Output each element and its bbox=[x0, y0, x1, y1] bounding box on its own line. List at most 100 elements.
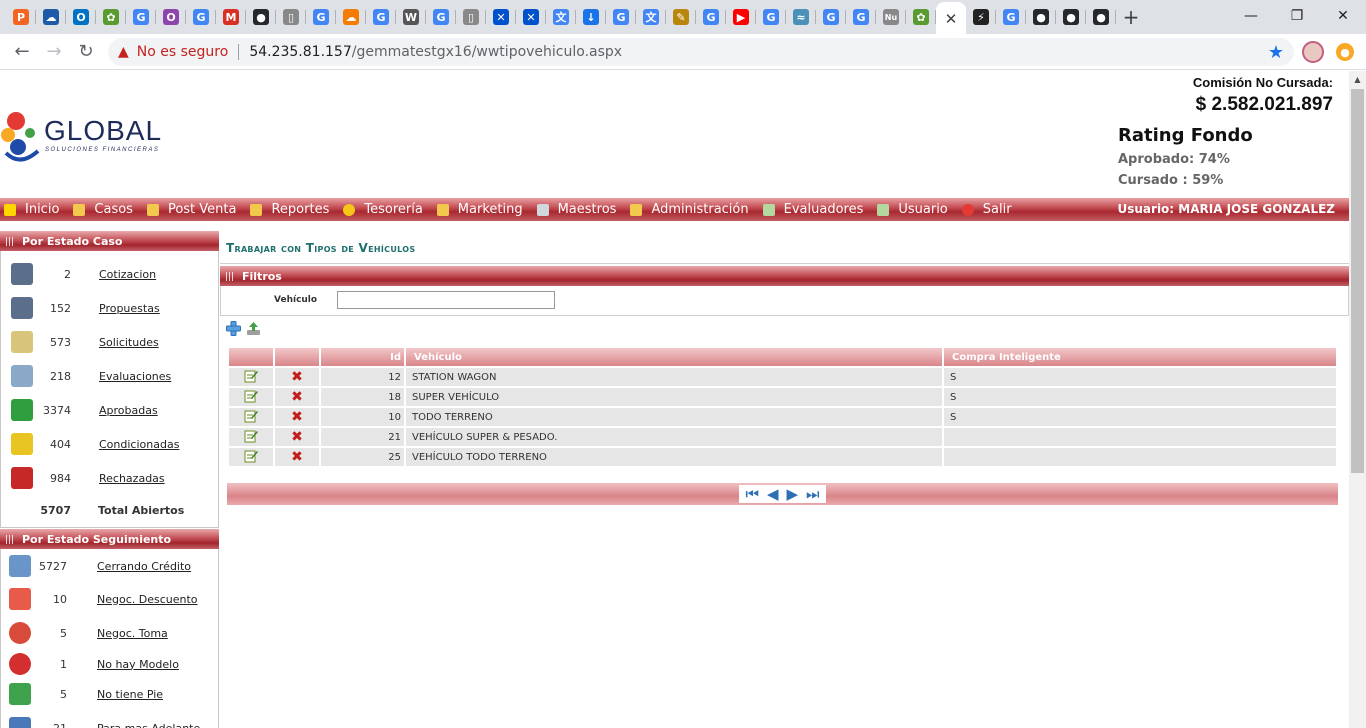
tab-gemma[interactable]: ✿ bbox=[906, 0, 936, 34]
menu-item-marketing[interactable]: Marketing bbox=[436, 202, 523, 217]
tab-document[interactable]: ▯ bbox=[456, 0, 486, 34]
tab-notepad[interactable]: ✎ bbox=[666, 0, 696, 34]
maximize-button[interactable]: ❐ bbox=[1274, 0, 1320, 32]
tab-github[interactable]: ● bbox=[1026, 0, 1056, 34]
menu-item-usuario[interactable]: Usuario bbox=[877, 202, 948, 217]
tab-google[interactable]: G bbox=[606, 0, 636, 34]
grid-header-smart-purchase[interactable]: Compra Inteligente bbox=[944, 348, 1336, 368]
tab-download[interactable]: ↓ bbox=[576, 0, 606, 34]
follow-status-item[interactable]: 5 No tiene Pie bbox=[1, 679, 220, 709]
tab-opera[interactable]: O bbox=[156, 0, 186, 34]
tab-google[interactable]: G bbox=[126, 0, 156, 34]
status-link[interactable]: Propuestas bbox=[99, 302, 160, 315]
status-link[interactable]: Aprobadas bbox=[99, 404, 158, 417]
tab-google[interactable]: G bbox=[816, 0, 846, 34]
tab-google[interactable]: G bbox=[756, 0, 786, 34]
menu-item-casos[interactable]: Casos bbox=[73, 202, 133, 217]
export-icon[interactable] bbox=[246, 321, 261, 336]
case-status-item[interactable]: 573 Solicitudes bbox=[1, 327, 220, 357]
edit-cell[interactable] bbox=[229, 428, 273, 448]
edit-icon[interactable] bbox=[244, 369, 258, 383]
bookmark-star-icon[interactable]: ★ bbox=[1268, 42, 1284, 63]
active-tab-close-button[interactable]: ✕ bbox=[936, 2, 966, 36]
status-link[interactable]: No hay Modelo bbox=[97, 658, 179, 671]
delete-icon[interactable]: ✖ bbox=[291, 370, 303, 384]
follow-status-item[interactable]: 5 Negoc. Toma bbox=[1, 618, 220, 648]
menu-item-tesorer-a[interactable]: Tesorería bbox=[343, 202, 423, 217]
tab-bolt[interactable]: ⚡ bbox=[966, 0, 996, 34]
tab-onedrive[interactable]: ☁ bbox=[36, 0, 66, 34]
status-link[interactable]: Para mas Adelante bbox=[97, 722, 200, 728]
delete-cell[interactable]: ✖ bbox=[275, 408, 319, 428]
scroll-up-icon[interactable]: ▲ bbox=[1349, 71, 1366, 88]
follow-status-item[interactable]: 21 Para mas Adelante bbox=[1, 713, 220, 728]
case-status-item[interactable]: 218 Evaluaciones bbox=[1, 361, 220, 391]
tab-gemma[interactable]: ✿ bbox=[96, 0, 126, 34]
tab-google[interactable]: G bbox=[306, 0, 336, 34]
edit-icon[interactable] bbox=[244, 449, 258, 463]
global-logo[interactable]: GLOBAL SOLUCIONES FINANCIERAS bbox=[0, 101, 180, 167]
extension-icon[interactable]: ● bbox=[1336, 43, 1354, 61]
tab-gmail[interactable]: M bbox=[216, 0, 246, 34]
case-status-item[interactable]: 3374 Aprobadas bbox=[1, 395, 220, 425]
tab-confluence[interactable]: ✕ bbox=[516, 0, 546, 34]
vehicle-filter-input[interactable] bbox=[337, 291, 555, 309]
edit-icon[interactable] bbox=[244, 429, 258, 443]
delete-icon[interactable]: ✖ bbox=[291, 450, 303, 464]
delete-icon[interactable]: ✖ bbox=[291, 390, 303, 404]
address-bar[interactable]: ▲ No es seguro 54.235.81.157/gemmatestgx… bbox=[108, 38, 1294, 66]
new-tab-button[interactable]: + bbox=[1116, 0, 1146, 34]
status-link[interactable]: Cerrando Crédito bbox=[97, 560, 191, 573]
scrollbar-thumb[interactable] bbox=[1351, 89, 1364, 473]
tab-google[interactable]: G bbox=[426, 0, 456, 34]
menu-item-inicio[interactable]: Inicio bbox=[4, 202, 59, 217]
edit-cell[interactable] bbox=[229, 448, 273, 468]
status-link[interactable]: No tiene Pie bbox=[97, 688, 163, 701]
status-link[interactable]: Negoc. Toma bbox=[97, 627, 168, 640]
status-link[interactable]: Solicitudes bbox=[99, 336, 159, 349]
tab-github[interactable]: ● bbox=[1086, 0, 1116, 34]
case-status-item[interactable]: 984 Rechazadas bbox=[1, 463, 220, 493]
security-status[interactable]: No es seguro bbox=[137, 44, 229, 60]
menu-item-post-venta[interactable]: Post Venta bbox=[146, 202, 236, 217]
tab-youtube[interactable]: ▶ bbox=[726, 0, 756, 34]
edit-cell[interactable] bbox=[229, 368, 273, 388]
follow-status-item[interactable]: 5727 Cerrando Crédito bbox=[1, 551, 220, 581]
delete-icon[interactable]: ✖ bbox=[291, 430, 303, 444]
previous-page-icon[interactable]: ◀ bbox=[767, 486, 779, 502]
tab-github[interactable]: ● bbox=[1056, 0, 1086, 34]
tab-translate[interactable]: 文 bbox=[546, 0, 576, 34]
status-link[interactable]: Evaluaciones bbox=[99, 370, 171, 383]
tab-cloud[interactable]: ☁ bbox=[336, 0, 366, 34]
case-status-item[interactable]: 152 Propuestas bbox=[1, 293, 220, 323]
tab-translate[interactable]: 文 bbox=[636, 0, 666, 34]
minimize-button[interactable]: — bbox=[1228, 0, 1274, 32]
status-link[interactable]: Rechazadas bbox=[99, 472, 165, 485]
forward-button[interactable]: → bbox=[38, 36, 70, 68]
back-button[interactable]: ← bbox=[6, 36, 38, 68]
tab-document[interactable]: ▯ bbox=[276, 0, 306, 34]
grid-header-vehicle[interactable]: Vehículo bbox=[406, 348, 942, 368]
menu-item-maestros[interactable]: Maestros bbox=[536, 202, 616, 217]
warning-icon[interactable]: ▲ bbox=[118, 44, 129, 60]
tab-outlook[interactable]: O bbox=[66, 0, 96, 34]
delete-cell[interactable]: ✖ bbox=[275, 388, 319, 408]
tab-wikipedia[interactable]: W bbox=[396, 0, 426, 34]
add-icon[interactable] bbox=[226, 321, 241, 336]
case-status-item[interactable]: 404 Condicionadas bbox=[1, 429, 220, 459]
tab-google[interactable]: G bbox=[696, 0, 726, 34]
tab-google[interactable]: G bbox=[366, 0, 396, 34]
tab-pipefy[interactable]: P bbox=[6, 0, 36, 34]
tab-google[interactable]: G bbox=[186, 0, 216, 34]
follow-status-item[interactable]: 1 No hay Modelo bbox=[1, 649, 220, 679]
edit-cell[interactable] bbox=[229, 388, 273, 408]
tab-github[interactable]: ● bbox=[246, 0, 276, 34]
close-window-button[interactable]: ✕ bbox=[1320, 0, 1366, 32]
edit-icon[interactable] bbox=[244, 389, 258, 403]
tab-google[interactable]: G bbox=[996, 0, 1026, 34]
profile-avatar[interactable] bbox=[1302, 41, 1324, 63]
delete-cell[interactable]: ✖ bbox=[275, 448, 319, 468]
follow-status-item[interactable]: 10 Negoc. Descuento bbox=[1, 584, 220, 614]
url-path[interactable]: /gemmatestgx16/wwtipovehiculo.aspx bbox=[352, 44, 622, 60]
delete-cell[interactable]: ✖ bbox=[275, 368, 319, 388]
